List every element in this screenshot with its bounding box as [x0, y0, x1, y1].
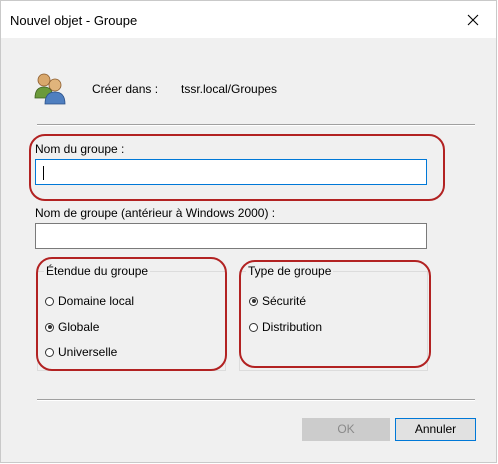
radio-securite[interactable]: Sécurité — [249, 294, 306, 308]
radio-domaine-local[interactable]: Domaine local — [45, 294, 134, 308]
radio-label: Globale — [58, 320, 100, 334]
create-in-value: tssr.local/Groupes — [181, 82, 278, 96]
radio-globale[interactable]: Globale — [45, 320, 99, 334]
create-in-label: Créer dans : — [92, 82, 159, 96]
ok-button: OK — [302, 418, 390, 441]
radio-distribution[interactable]: Distribution — [249, 320, 322, 334]
radio-universelle[interactable]: Universelle — [45, 345, 117, 359]
separator-top — [37, 124, 475, 126]
group-name-field[interactable] — [35, 159, 427, 185]
separator-bottom — [37, 399, 475, 401]
legacy-name-label: Nom de groupe (antérieur à Windows 2000)… — [35, 206, 276, 220]
radio-label: Domaine local — [58, 294, 135, 308]
new-group-dialog: Nouvel objet - Groupe Créer dans : tssr.… — [0, 0, 497, 463]
radio-indicator — [45, 322, 54, 332]
cancel-button[interactable]: Annuler — [395, 418, 476, 441]
radio-indicator — [45, 296, 54, 306]
legacy-name-field[interactable] — [35, 223, 427, 249]
window-title: Nouvel objet - Groupe — [10, 13, 138, 28]
text-caret — [43, 166, 44, 180]
group-type-title: Type de groupe — [246, 264, 334, 278]
users-icon — [34, 73, 66, 105]
radio-indicator — [249, 296, 258, 306]
group-scope-title: Étendue du groupe — [44, 264, 151, 278]
radio-label: Sécurité — [262, 294, 307, 308]
radio-label: Distribution — [262, 320, 323, 334]
group-name-label: Nom du groupe : — [35, 142, 125, 156]
close-icon — [467, 14, 479, 25]
close-button[interactable] — [450, 1, 496, 38]
radio-indicator — [45, 347, 54, 357]
radio-label: Universelle — [58, 345, 118, 359]
radio-indicator — [249, 322, 258, 332]
title-bar: Nouvel objet - Groupe — [1, 1, 496, 38]
